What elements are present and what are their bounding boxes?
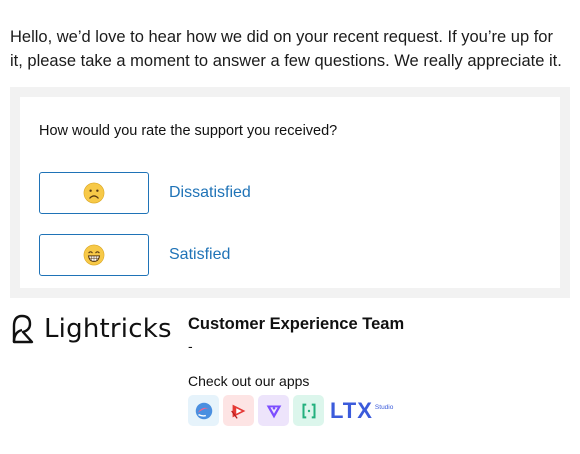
apps-heading: Check out our apps — [188, 373, 310, 389]
lightricks-logo-icon — [12, 314, 34, 344]
bracket-app-icon[interactable] — [293, 395, 324, 426]
grinning-face-icon — [83, 244, 105, 266]
apps-row: LTX Studio — [188, 395, 393, 426]
intro-message: Hello, we’d love to hear how we did on y… — [10, 28, 562, 70]
survey-panel: How would you rate the support you recei… — [10, 87, 570, 298]
lightricks-logo: Lightricks — [8, 312, 172, 346]
dissatisfied-button[interactable] — [39, 172, 149, 214]
ltx-studio-text: Studio — [374, 404, 394, 411]
dissatisfied-label[interactable]: Dissatisfied — [169, 184, 251, 202]
satisfied-button[interactable] — [39, 234, 149, 276]
ltx-studio-logo[interactable]: LTX Studio — [330, 395, 393, 426]
videoleap-app-icon[interactable] — [223, 395, 254, 426]
photoleap-app-icon[interactable] — [258, 395, 289, 426]
frowning-face-icon — [83, 182, 105, 204]
satisfied-label[interactable]: Satisfied — [169, 246, 230, 264]
facetune-app-icon[interactable] — [188, 395, 219, 426]
company-name: Lightricks — [44, 314, 172, 344]
survey-question: How would you rate the support you recei… — [39, 123, 338, 139]
ltx-text: LTX — [330, 397, 373, 423]
team-name: Customer Experience Team — [188, 315, 405, 333]
survey-card: How would you rate the support you recei… — [20, 97, 560, 288]
signature-dash: - — [188, 338, 193, 354]
